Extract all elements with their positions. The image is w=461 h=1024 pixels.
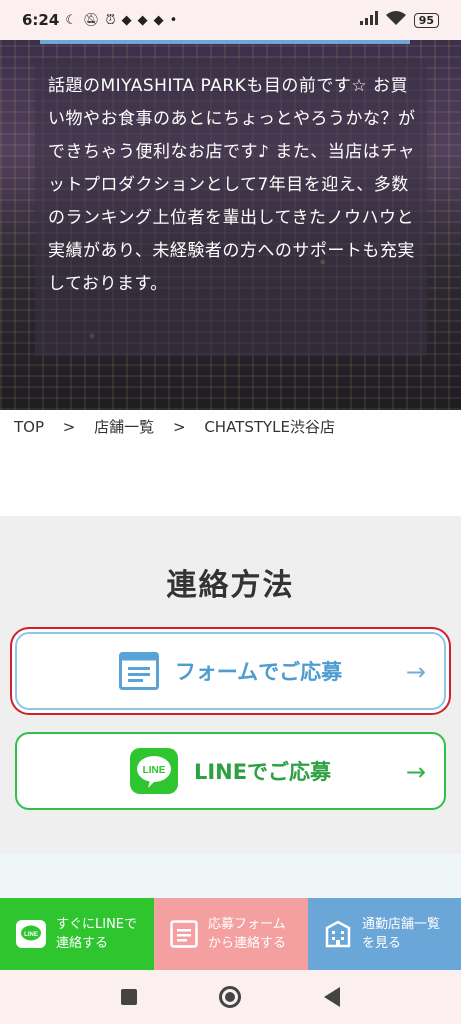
line-apply-button[interactable]: LINE LINEでご応募 → [15, 732, 446, 810]
wifi-icon [385, 11, 406, 29]
arrow-right-icon: → [405, 658, 426, 686]
notification-icons: ☾ 🔕︎ ⏰︎ ◆ ◆ ◆ • [65, 13, 177, 28]
hero-accent-line [40, 40, 410, 44]
back-button[interactable] [323, 987, 340, 1007]
store-list-label: 通勤店舗一覧 [362, 917, 441, 932]
breadcrumb-separator: > [62, 418, 76, 436]
dot-icon: • [169, 12, 178, 28]
moon-icon: ☾ [65, 12, 77, 28]
recent-apps-button[interactable] [121, 989, 138, 1005]
breadcrumb-current: CHATSTYLE渋谷店 [204, 418, 336, 436]
form-icon [118, 652, 159, 690]
system-nav-bar [0, 970, 461, 1024]
store-description: 話題のMIYASHITA PARKも目の前です☆ お買い物やお食事のあとにちょっ… [48, 76, 416, 294]
alarm-icon: ⏰︎ [105, 12, 116, 28]
form-apply-button[interactable]: フォームでご応募 → [15, 632, 446, 710]
store-list-sublabel: を見る [362, 936, 402, 951]
line-apply-label: LINEでご応募 [193, 760, 332, 784]
form-icon [170, 920, 198, 948]
form-contact-label: 応募フォーム [208, 917, 286, 932]
line-contact-label: すぐにLINEで [56, 917, 138, 932]
signal-icon [359, 11, 378, 29]
hero-image: 話題のMIYASHITA PARKも目の前です☆ お買い物やお食事のあとにちょっ… [0, 40, 461, 410]
breadcrumb-top[interactable]: TOP [14, 418, 44, 436]
form-contact-sublabel: から連絡する [208, 936, 287, 951]
line-logo-icon: LINE [16, 920, 46, 948]
status-bar: 6:24 ☾ 🔕︎ ⏰︎ ◆ ◆ ◆ • 95 [0, 0, 461, 40]
breadcrumb-separator: > [172, 418, 186, 436]
line-logo-text: LINE [24, 932, 38, 938]
contact-title: 連絡方法 [166, 568, 295, 603]
app-icon: ◆ [137, 12, 148, 28]
form-apply-label: フォームでご応募 [174, 660, 343, 684]
mute-icon: 🔕︎ [82, 12, 100, 28]
line-logo-icon: LINE [129, 748, 178, 794]
battery-icon: 95 [413, 12, 439, 28]
status-time: 6:24 [22, 11, 60, 29]
line-logo-text: LINE [143, 765, 166, 776]
arrow-right-icon: → [405, 758, 426, 786]
building-icon [324, 920, 352, 948]
bottom-action-bar: LINE すぐにLINEで 連絡する 応募フォーム から連絡する 通勤店舗一覧 … [0, 898, 461, 970]
home-button[interactable] [219, 986, 242, 1008]
form-contact-button[interactable]: 応募フォーム から連絡する [154, 898, 308, 970]
line-contact-sublabel: 連絡する [56, 936, 109, 951]
line-contact-button[interactable]: LINE すぐにLINEで 連絡する [0, 898, 154, 970]
app-icon: ◆ [153, 12, 164, 28]
contact-section: 連絡方法 フォームでご応募 → LINE LINEでご応募 → [0, 516, 461, 854]
breadcrumb-store-list[interactable]: 店舗一覧 [94, 418, 154, 436]
app-icon: ◆ [121, 12, 132, 28]
breadcrumb: TOP > 店舗一覧 > CHATSTYLE渋谷店 [0, 410, 461, 516]
store-list-button[interactable]: 通勤店舗一覧 を見る [308, 898, 461, 970]
section-divider [0, 854, 461, 898]
